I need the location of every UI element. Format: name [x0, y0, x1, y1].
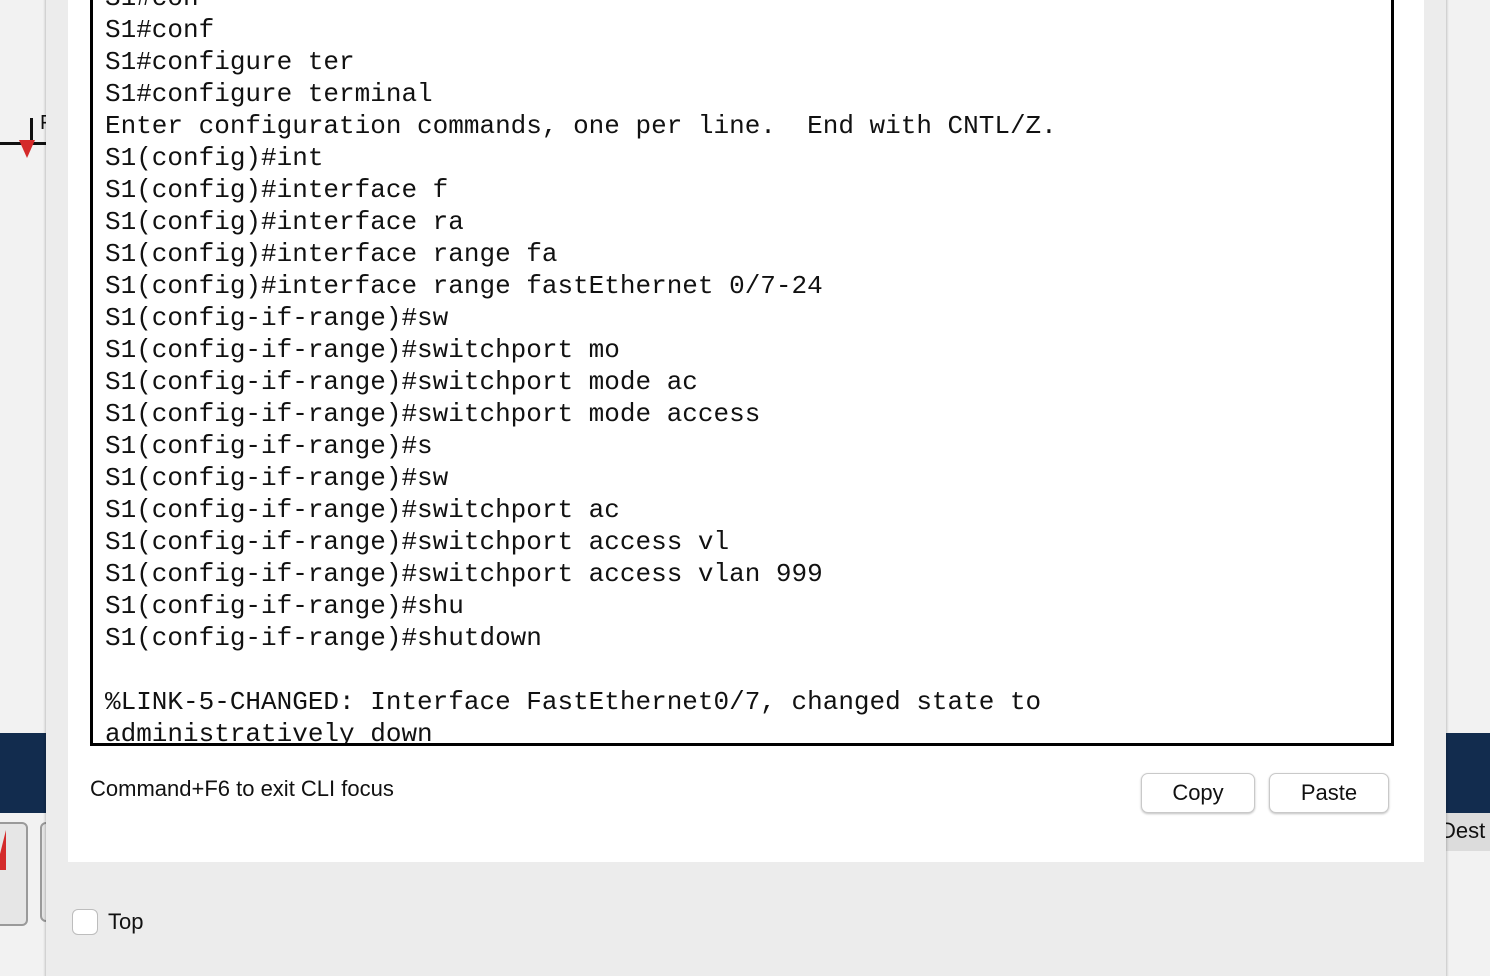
- cli-terminal[interactable]: S1#conS1#confS1#configure terS1#configur…: [90, 0, 1394, 746]
- terminal-line: S1(config-if-range)#switchport access vl…: [105, 559, 823, 589]
- terminal-line: Enter configuration commands, one per li…: [105, 111, 1057, 141]
- device-category-tile[interactable]: [0, 822, 28, 926]
- background-toolbar-band-left: [0, 733, 48, 813]
- terminal-output: S1#conS1#confS1#configure terS1#configur…: [105, 0, 1057, 746]
- terminal-line: S1#configure terminal: [105, 79, 433, 109]
- copy-button[interactable]: Copy: [1141, 773, 1255, 813]
- terminal-line: S1(config-if-range)#sw: [105, 303, 449, 333]
- terminal-line: S1(config-if-range)#switchport mode acce…: [105, 399, 761, 429]
- terminal-line: administratively down: [105, 719, 433, 746]
- background-toolbar-band-right: [1444, 733, 1490, 813]
- terminal-line: S1(config-if-range)#shutdown: [105, 623, 542, 653]
- terminal-line: S1(config)#interface ra: [105, 207, 464, 237]
- terminal-line: S1(config-if-range)#sw: [105, 463, 449, 493]
- top-checkbox-label: Top: [108, 909, 144, 934]
- terminal-line: S1(config-if-range)#switchport mo: [105, 335, 620, 365]
- terminal-line: S1(config)#interface range fastEthernet …: [105, 271, 823, 301]
- terminal-line: S1(config)#interface range fa: [105, 239, 558, 269]
- topology-link-tick: [30, 118, 33, 142]
- cli-dialog-window: S1#conS1#confS1#configure terS1#configur…: [46, 0, 1446, 976]
- terminal-line: S1#con: [105, 0, 1057, 14]
- terminal-line: S1(config-if-range)#switchport mode ac: [105, 367, 698, 397]
- lightning-icon: [0, 830, 6, 870]
- terminal-line: S1(config-if-range)#s: [105, 431, 433, 461]
- terminal-line: S1(config)#int: [105, 143, 324, 173]
- terminal-line: %LINK-5-CHANGED: Interface FastEthernet0…: [105, 687, 1042, 717]
- cli-panel: S1#conS1#confS1#configure terS1#configur…: [68, 0, 1424, 862]
- destination-column-header: Dest: [1440, 818, 1486, 843]
- terminal-line: S1(config-if-range)#switchport access vl: [105, 527, 730, 557]
- terminal-line: S1#conf: [105, 15, 215, 45]
- top-option-row: Top: [72, 906, 143, 938]
- terminal-line: S1(config)#interface f: [105, 175, 449, 205]
- paste-button[interactable]: Paste: [1269, 773, 1389, 813]
- terminal-line: S1(config-if-range)#switchport ac: [105, 495, 620, 525]
- top-checkbox[interactable]: [72, 909, 98, 935]
- terminal-line: S1(config-if-range)#shu: [105, 591, 464, 621]
- cli-focus-hint: Command+F6 to exit CLI focus: [90, 776, 394, 801]
- terminal-line: S1#configure ter: [105, 47, 355, 77]
- link-down-arrow-icon: [19, 140, 35, 158]
